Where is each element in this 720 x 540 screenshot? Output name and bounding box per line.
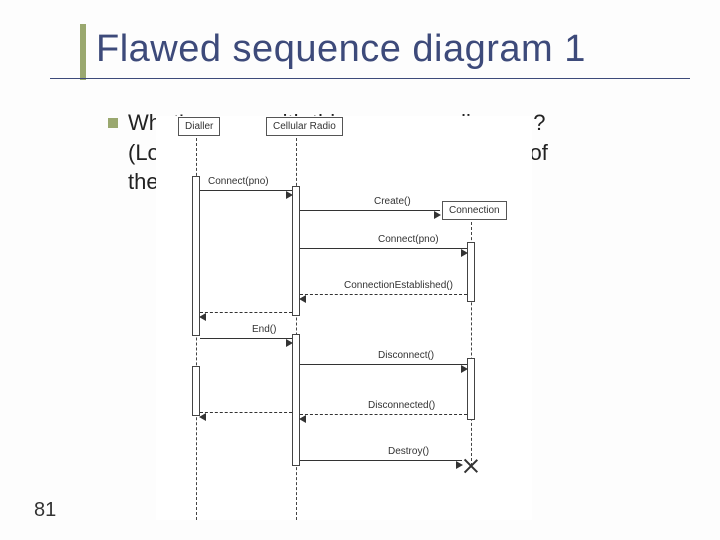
slide-container: Flawed sequence diagram 1 What's wrong w… xyxy=(0,0,720,540)
msg-label-connect-2: Connect(pno) xyxy=(378,234,439,245)
participant-connection-head: Connection xyxy=(442,201,507,220)
participant-cellular-radio: Cellular Radio xyxy=(266,116,343,136)
msg-label-create: Create() xyxy=(374,196,411,207)
arrow-return-dialler-2 xyxy=(200,412,292,413)
sequence-diagram: Dialler Cellular Radio Connection Connec… xyxy=(156,116,532,520)
msg-label-connect-1: Connect(pno) xyxy=(208,176,269,187)
msg-label-disconnect: Disconnect() xyxy=(378,350,434,361)
participant-cellular-radio-head: Cellular Radio xyxy=(266,117,343,136)
activation-cellular-radio-2 xyxy=(292,334,300,466)
activation-dialler-2 xyxy=(192,366,200,416)
page-number: 81 xyxy=(34,499,56,522)
title-underline xyxy=(50,78,690,79)
msg-label-disconnected: Disconnected() xyxy=(368,400,435,411)
arrow-disconnect xyxy=(300,364,467,365)
activation-connection-1 xyxy=(467,242,475,302)
arrow-disconnected xyxy=(300,414,467,415)
msg-label-conn-est: ConnectionEstablished() xyxy=(344,280,453,291)
title-accent-bar xyxy=(80,24,86,80)
msg-label-destroy: Destroy() xyxy=(388,446,429,457)
participant-dialler: Dialler xyxy=(178,116,220,136)
participant-connection: Connection xyxy=(442,200,507,220)
arrow-conn-est xyxy=(300,294,467,295)
activation-dialler-1 xyxy=(192,176,200,336)
arrow-connect-1 xyxy=(200,190,292,191)
msg-label-end: End() xyxy=(252,324,276,335)
activation-connection-2 xyxy=(467,358,475,420)
destroy-x-icon xyxy=(464,459,478,473)
arrow-connect-2 xyxy=(300,248,467,249)
participant-dialler-head: Dialler xyxy=(178,117,220,136)
arrow-destroy xyxy=(300,460,462,461)
arrow-create xyxy=(300,210,440,211)
arrow-return-dialler-1 xyxy=(200,312,292,313)
arrow-end xyxy=(200,338,292,339)
square-bullet-icon xyxy=(108,118,118,128)
slide-title: Flawed sequence diagram 1 xyxy=(96,28,586,71)
